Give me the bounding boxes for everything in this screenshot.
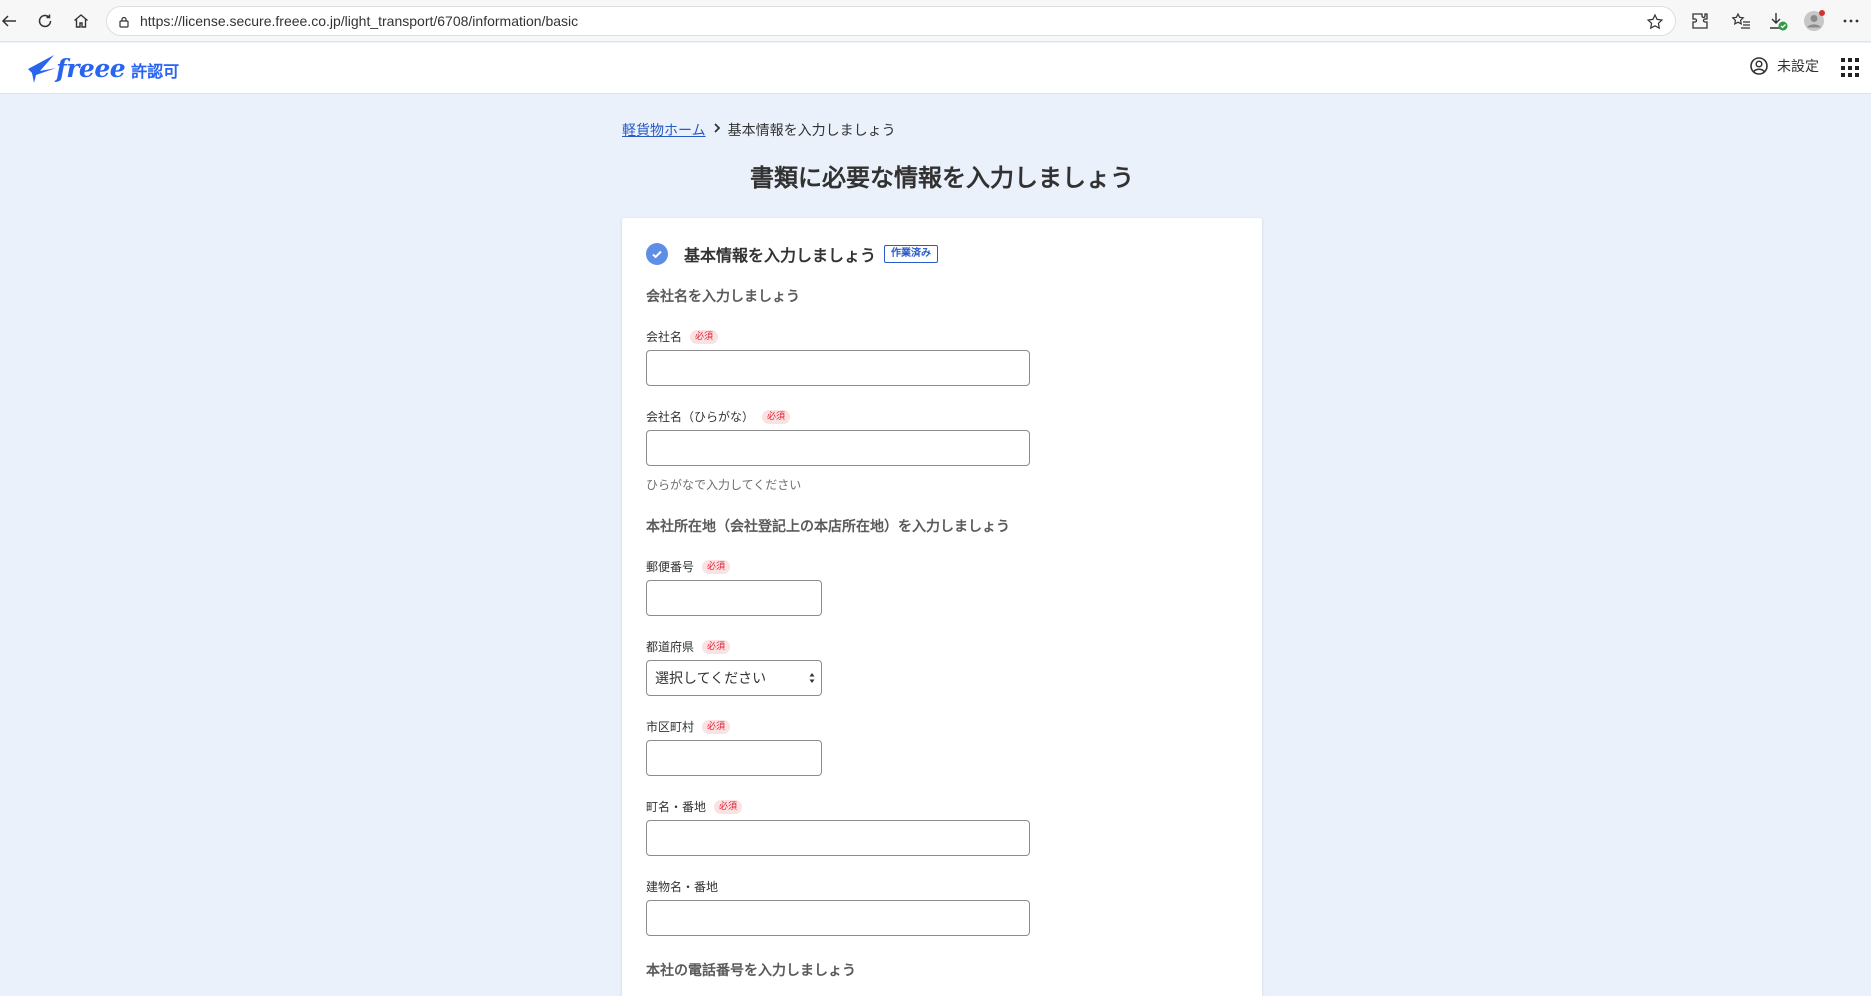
breadcrumb: 軽貨物ホーム 基本情報を入力しましょう <box>622 120 896 140</box>
card-title: 基本情報を入力しましょう <box>684 246 877 265</box>
profile-avatar-icon[interactable] <box>1802 9 1826 33</box>
app-launcher-icon[interactable] <box>1841 58 1861 78</box>
page-title: 書類に必要な情報を入力しましょう <box>750 164 1134 192</box>
prefecture-select[interactable]: 選択してください <box>646 660 822 696</box>
select-arrows-icon <box>809 673 815 683</box>
check-circle-icon <box>646 243 668 265</box>
extensions-icon[interactable] <box>1688 9 1712 33</box>
app-header: freee 許認可 未設定 <box>0 43 1871 94</box>
required-badge: 必須 <box>690 329 719 344</box>
breadcrumb-home-link[interactable]: 軽貨物ホーム <box>622 120 706 140</box>
building-label-text: 建物名・番地 <box>646 880 719 894</box>
basic-info-card: 基本情報を入力しましょう 作業済み 会社名を入力しましょう 会社名 必須 会社名… <box>622 218 1262 996</box>
card-header: 基本情報を入力しましょう 作業済み <box>646 242 939 266</box>
url-text[interactable]: https://license.secure.freee.co.jp/light… <box>140 13 578 29</box>
postal-code-label-text: 郵便番号 <box>646 560 695 574</box>
status-badge: 作業済み <box>884 245 939 263</box>
brand-name: freee <box>56 53 126 83</box>
chevron-right-icon <box>712 122 722 138</box>
prefecture-label: 都道府県 必須 <box>646 638 731 655</box>
street-label: 町名・番地 必須 <box>646 798 743 815</box>
breadcrumb-current: 基本情報を入力しましょう <box>727 123 896 139</box>
section-title-company: 会社名を入力しましょう <box>646 289 800 305</box>
company-name-input[interactable] <box>646 350 1030 386</box>
required-badge: 必須 <box>702 719 731 734</box>
building-label: 建物名・番地 <box>646 878 718 895</box>
favorites-list-icon[interactable] <box>1729 9 1753 33</box>
building-input[interactable] <box>646 900 1030 936</box>
browser-toolbar: https://license.secure.freee.co.jp/light… <box>0 0 1871 42</box>
downloads-icon[interactable] <box>1766 9 1790 33</box>
back-icon[interactable] <box>0 8 22 34</box>
user-name[interactable]: 未設定 <box>1777 56 1819 76</box>
company-kana-label-text: 会社名（ひらがな） <box>646 410 755 424</box>
required-badge: 必須 <box>702 639 731 654</box>
reload-icon[interactable] <box>32 8 58 34</box>
city-input[interactable] <box>646 740 822 776</box>
street-label-text: 町名・番地 <box>646 800 707 814</box>
company-name-label-text: 会社名 <box>646 330 683 344</box>
company-name-label: 会社名 必須 <box>646 328 719 345</box>
company-kana-input[interactable] <box>646 430 1030 466</box>
prefecture-label-text: 都道府県 <box>646 640 695 654</box>
company-kana-help: ひらがなで入力してください <box>646 478 802 492</box>
home-icon[interactable] <box>68 8 94 34</box>
freee-logo[interactable]: freee 許認可 <box>26 50 179 86</box>
required-badge: 必須 <box>714 799 743 814</box>
postal-code-input[interactable] <box>646 580 822 616</box>
street-input[interactable] <box>646 820 1030 856</box>
required-badge: 必須 <box>702 559 731 574</box>
favorite-star-icon[interactable] <box>1645 12 1665 32</box>
more-menu-icon[interactable] <box>1839 9 1863 33</box>
company-kana-label: 会社名（ひらがな） 必須 <box>646 408 791 425</box>
postal-code-label: 郵便番号 必須 <box>646 558 731 575</box>
user-account-icon <box>1750 57 1768 75</box>
freee-bird-icon <box>28 55 56 83</box>
city-label-text: 市区町村 <box>646 720 695 734</box>
section-title-phone: 本社の電話番号を入力しましょう <box>646 963 856 979</box>
prefecture-selected-value: 選択してください <box>655 671 767 687</box>
lock-icon[interactable] <box>115 13 133 31</box>
required-badge: 必須 <box>762 409 791 424</box>
section-title-address: 本社所在地（会社登記上の本店所在地）を入力しましょう <box>646 519 1010 535</box>
address-bar[interactable]: https://license.secure.freee.co.jp/light… <box>106 6 1676 36</box>
user-menu[interactable]: 未設定 <box>1749 56 1819 76</box>
product-name: 許認可 <box>131 62 180 81</box>
city-label: 市区町村 必須 <box>646 718 731 735</box>
